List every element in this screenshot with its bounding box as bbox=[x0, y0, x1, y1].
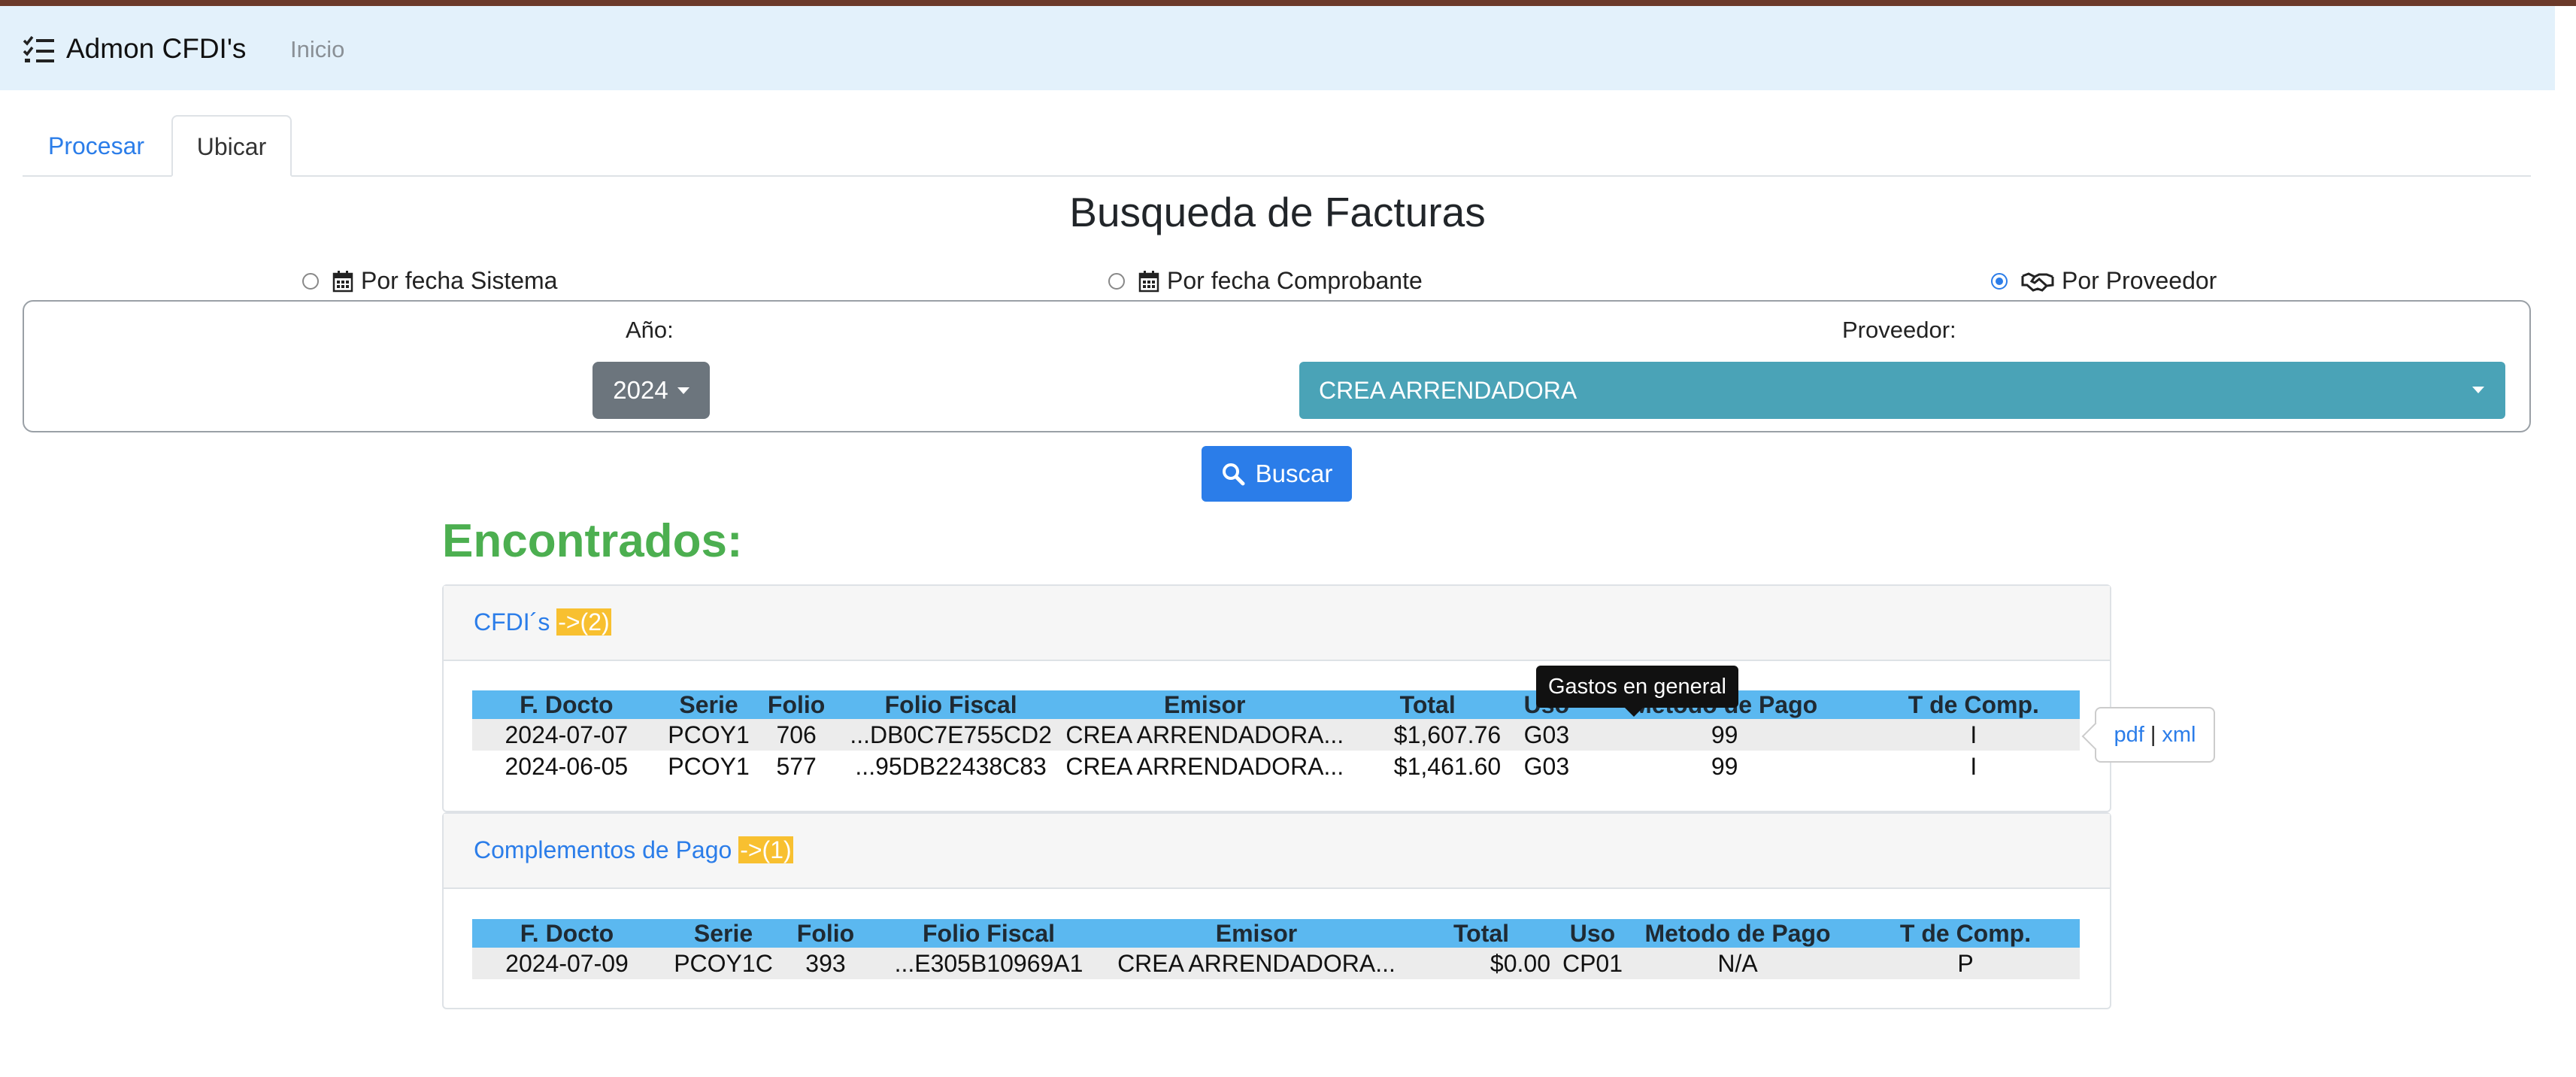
provider-select[interactable]: CREA ARRENDADORA bbox=[1299, 362, 2505, 419]
cell-total: $1,607.76 bbox=[1344, 719, 1512, 751]
cfdis-count-badge: ->(2) bbox=[556, 608, 611, 636]
table-row[interactable]: 2024-07-07 PCOY1 706 ...DB0C7E755CD2 CRE… bbox=[472, 719, 2080, 751]
cfdis-table: F. Docto Serie Folio Folio Fiscal Emisor… bbox=[472, 690, 2080, 782]
cell-emisor: CREA ARRENDADORA... bbox=[1065, 752, 1344, 780]
cell-uso[interactable]: G03 bbox=[1511, 751, 1581, 782]
nav-link-inicio[interactable]: Inicio bbox=[290, 36, 344, 63]
link-separator: | bbox=[2150, 722, 2156, 747]
cell-folio: 577 bbox=[776, 752, 817, 780]
complementos-toggle-link[interactable]: Complementos de Pago ->(1) bbox=[474, 836, 793, 864]
column-header: Serie bbox=[660, 690, 757, 719]
radio-label: Por fecha Sistema bbox=[361, 267, 558, 294]
calendar-icon bbox=[1138, 270, 1159, 292]
uso-tooltip: Gastos en general bbox=[1536, 666, 1738, 717]
cfdis-title: CFDI´s bbox=[474, 608, 550, 636]
provider-value: CREA ARRENDADORA bbox=[1319, 377, 1577, 404]
column-header: Folio Fiscal bbox=[866, 919, 1111, 948]
complementos-table: F. Docto Serie Folio Folio Fiscal Emisor… bbox=[472, 919, 2080, 979]
cell-fecha: 2024-06-05 bbox=[505, 752, 629, 780]
column-header: Metodo de Pago bbox=[1624, 919, 1851, 948]
cell-serie: PCOY1 bbox=[660, 719, 757, 751]
top-accent-strip bbox=[0, 0, 2576, 6]
cell-total: $1,461.60 bbox=[1393, 752, 1502, 780]
complementos-card-header: Complementos de Pago ->(1) bbox=[444, 814, 2110, 889]
complementos-count-badge: ->(1) bbox=[738, 836, 793, 863]
cell-fecha: 2024-07-09 bbox=[472, 948, 662, 979]
column-header: Uso bbox=[1561, 919, 1624, 948]
results-heading: Encontrados: bbox=[442, 515, 743, 567]
handshake-icon bbox=[2021, 272, 2054, 292]
cell-folio-fiscal[interactable]: ...95DB22438C83 bbox=[836, 751, 1065, 782]
navbar: Admon CFDI's Inicio bbox=[0, 6, 2555, 90]
radio-por-fecha-sistema[interactable]: Por fecha Sistema bbox=[302, 267, 557, 295]
caret-down-icon bbox=[2472, 387, 2484, 393]
xml-link[interactable]: xml bbox=[2162, 723, 2196, 748]
page-title: Busqueda de Facturas bbox=[1069, 189, 1486, 235]
cell-total: $0.00 bbox=[1402, 948, 1561, 979]
table-header-row: F. Docto Serie Folio Folio Fiscal Emisor… bbox=[472, 690, 2080, 719]
cell-uso[interactable]: G03 bbox=[1511, 719, 1582, 751]
cell-serie: PCOY1 bbox=[668, 752, 750, 780]
calendar-icon bbox=[332, 270, 353, 292]
complementos-card: Complementos de Pago ->(1) bbox=[442, 812, 2111, 1009]
caret-down-icon bbox=[677, 387, 689, 394]
table-header-row: F. Docto Serie Folio Folio Fiscal Emisor… bbox=[472, 919, 2080, 948]
column-header: Folio Fiscal bbox=[835, 690, 1066, 719]
radio-por-fecha-comprobante[interactable]: Por fecha Comprobante bbox=[1108, 267, 1423, 295]
tab-ubicar[interactable]: Ubicar bbox=[171, 115, 292, 177]
cell-emisor: CREA ARRENDADORA... bbox=[1065, 719, 1344, 751]
buscar-label: Buscar bbox=[1255, 460, 1333, 487]
radio-button[interactable] bbox=[1108, 272, 1125, 290]
cell-uso[interactable]: CP01 bbox=[1561, 948, 1624, 979]
pdf-link[interactable]: pdf bbox=[2114, 723, 2144, 748]
column-header: Folio bbox=[756, 690, 836, 719]
radio-por-proveedor[interactable]: Por Proveedor bbox=[1991, 267, 2217, 295]
cell-serie: PCOY1C bbox=[662, 948, 785, 979]
year-label: Año: bbox=[626, 317, 674, 343]
cell-tipo-comprobante: I bbox=[1867, 719, 2080, 751]
cell-tipo-comprobante: I bbox=[1970, 752, 1977, 780]
column-header: Emisor bbox=[1065, 690, 1344, 719]
tabs-divider bbox=[23, 175, 2531, 177]
cell-emisor: CREA ARRENDADORA... bbox=[1111, 948, 1402, 979]
radio-button[interactable] bbox=[302, 272, 319, 290]
column-header: Serie bbox=[662, 919, 785, 948]
cell-folio: 706 bbox=[756, 719, 836, 751]
table-row[interactable]: 2024-06-05 PCOY1 577 ...95DB22438C83 CRE… bbox=[472, 751, 2080, 782]
cell-folio-fiscal[interactable]: ...E305B10969A1 bbox=[866, 948, 1111, 979]
download-popover: pdf | xml bbox=[2095, 707, 2215, 763]
cell-folio-fiscal[interactable]: ...DB0C7E755CD2 bbox=[835, 719, 1066, 751]
column-header: Emisor bbox=[1111, 919, 1402, 948]
column-header: Total bbox=[1402, 919, 1561, 948]
tab-procesar[interactable]: Procesar bbox=[23, 117, 170, 175]
column-header: T de Comp. bbox=[1867, 690, 2080, 719]
cell-metodo-pago: 99 bbox=[1581, 719, 1868, 751]
brand-title[interactable]: Admon CFDI's bbox=[66, 33, 246, 65]
complementos-title: Complementos de Pago bbox=[474, 836, 732, 863]
cfdis-card-header: CFDI´s ->(2) bbox=[444, 586, 2110, 661]
radio-button[interactable] bbox=[1991, 272, 2008, 290]
column-header: Total bbox=[1344, 690, 1512, 719]
column-header: Folio bbox=[785, 919, 866, 948]
cell-metodo-pago: 99 bbox=[1711, 752, 1738, 780]
cell-folio: 393 bbox=[785, 948, 866, 979]
column-header: F. Docto bbox=[472, 919, 662, 948]
buscar-button[interactable]: Buscar bbox=[1202, 446, 1352, 502]
year-dropdown-button[interactable]: 2024 bbox=[592, 362, 710, 419]
radio-label: Por fecha Comprobante bbox=[1167, 267, 1423, 294]
provider-label: Proveedor: bbox=[1842, 317, 1956, 343]
cell-metodo-pago: N/A bbox=[1624, 948, 1851, 979]
column-header: T de Comp. bbox=[1851, 919, 2080, 948]
task-list-icon bbox=[23, 35, 54, 62]
column-header: F. Docto bbox=[472, 690, 661, 719]
cell-fecha: 2024-07-07 bbox=[472, 719, 661, 751]
cfdis-toggle-link[interactable]: CFDI´s ->(2) bbox=[474, 608, 611, 636]
year-value: 2024 bbox=[613, 376, 668, 404]
cell-tipo-comprobante: P bbox=[1851, 948, 2080, 979]
radio-label: Por Proveedor bbox=[2062, 267, 2217, 294]
search-icon bbox=[1222, 463, 1245, 486]
table-row[interactable]: 2024-07-09 PCOY1C 393 ...E305B10969A1 CR… bbox=[472, 948, 2080, 979]
